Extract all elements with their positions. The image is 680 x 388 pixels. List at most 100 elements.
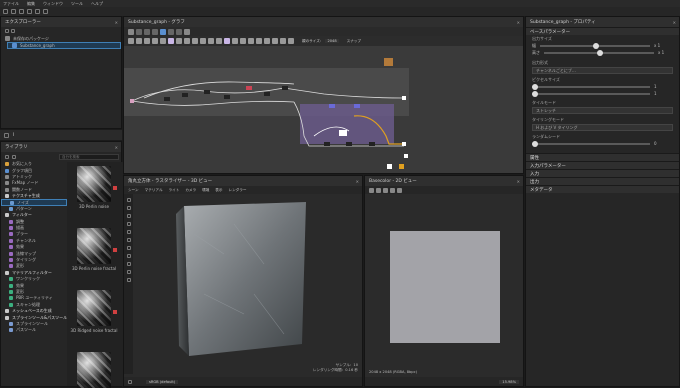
comment-icon[interactable] bbox=[136, 28, 142, 35]
open-package-icon[interactable] bbox=[11, 29, 15, 33]
pixel-w-slider[interactable] bbox=[532, 83, 650, 90]
menu-display[interactable]: 表示 bbox=[215, 188, 222, 193]
node-tool-icon[interactable] bbox=[136, 38, 142, 44]
node-tool-icon[interactable] bbox=[224, 38, 230, 44]
graph-node[interactable] bbox=[182, 93, 188, 97]
close-icon[interactable]: ✕ bbox=[673, 20, 676, 25]
texture-preview[interactable] bbox=[390, 231, 500, 343]
menu-renderer[interactable]: レンダラー bbox=[228, 188, 246, 193]
outputs-section[interactable]: 出力 bbox=[526, 177, 679, 185]
colorspace-dropdown[interactable]: sRGB (default) bbox=[146, 379, 179, 384]
tile-mode-dropdown[interactable]: ストレッチ bbox=[532, 107, 673, 114]
filter-icon[interactable] bbox=[12, 154, 16, 159]
graph-node[interactable] bbox=[204, 90, 210, 94]
node-tool-icon[interactable] bbox=[216, 38, 222, 44]
node-tool-icon[interactable] bbox=[168, 38, 174, 44]
channel-icon[interactable] bbox=[390, 187, 395, 193]
node-tool-icon[interactable] bbox=[232, 38, 238, 44]
input-params-section[interactable]: 入力パラメーター bbox=[526, 161, 679, 169]
channel-icon[interactable] bbox=[383, 187, 388, 193]
tool-icon[interactable] bbox=[126, 262, 131, 266]
graph-item[interactable]: Substance_graph bbox=[7, 42, 121, 49]
channel-icon[interactable] bbox=[397, 187, 402, 193]
add-node-icon[interactable] bbox=[128, 28, 134, 35]
graph-node[interactable] bbox=[324, 142, 330, 146]
graph-node[interactable] bbox=[282, 86, 288, 90]
output-node[interactable] bbox=[402, 96, 406, 100]
output-node[interactable] bbox=[399, 164, 404, 169]
distribute-icon[interactable] bbox=[176, 28, 182, 35]
tiling-mode-dropdown[interactable]: H および V タイリング bbox=[532, 124, 673, 131]
tool-icon[interactable] bbox=[126, 238, 131, 242]
menu-window[interactable]: ウィンドウ bbox=[43, 1, 63, 7]
channel-icon[interactable] bbox=[369, 187, 374, 193]
node-tool-icon[interactable] bbox=[264, 38, 270, 44]
graph-node[interactable] bbox=[164, 97, 170, 101]
menu-light[interactable]: ライト bbox=[169, 188, 180, 193]
base-params-section[interactable]: ベースパラメーター bbox=[526, 27, 679, 35]
settings-icon[interactable] bbox=[184, 28, 190, 35]
tool-icon[interactable] bbox=[126, 198, 131, 202]
close-icon[interactable]: ✕ bbox=[115, 145, 118, 150]
graph-node[interactable] bbox=[346, 142, 352, 146]
pixel-h-slider[interactable] bbox=[532, 90, 650, 97]
output-node[interactable] bbox=[404, 154, 408, 158]
tool-icon[interactable] bbox=[126, 214, 131, 218]
open-icon[interactable] bbox=[11, 9, 16, 14]
tool-icon[interactable] bbox=[126, 278, 131, 282]
snap-toggle[interactable]: スナップ bbox=[347, 39, 361, 44]
menu-camera[interactable]: カメラ bbox=[185, 188, 196, 193]
thumb-3d-ridged-noise-fractal[interactable] bbox=[77, 290, 111, 326]
graph-node[interactable] bbox=[130, 99, 134, 103]
tab-icon[interactable] bbox=[4, 132, 9, 138]
output-node[interactable] bbox=[387, 164, 392, 169]
package-row[interactable]: 未保存のパッケージ bbox=[1, 35, 121, 42]
menu-tools[interactable]: ツール bbox=[71, 1, 83, 7]
library-search[interactable]: 自分を検索 bbox=[59, 153, 119, 160]
tool-icon[interactable] bbox=[126, 222, 131, 226]
slider-knob[interactable] bbox=[596, 49, 603, 56]
tool-icon[interactable] bbox=[126, 254, 131, 258]
close-icon[interactable]: ✕ bbox=[517, 20, 520, 25]
node-tool-icon[interactable] bbox=[280, 38, 286, 44]
thumb-worley-noise[interactable] bbox=[77, 352, 111, 388]
metadata-section[interactable]: メタデータ bbox=[526, 185, 679, 193]
view-icon[interactable] bbox=[5, 154, 9, 159]
random-seed-slider[interactable] bbox=[532, 140, 650, 147]
graph-node[interactable] bbox=[224, 95, 230, 99]
width-slider[interactable] bbox=[540, 42, 650, 49]
node-tool-icon[interactable] bbox=[208, 38, 214, 44]
redo-icon[interactable] bbox=[43, 9, 48, 14]
menu-edit[interactable]: 編集 bbox=[27, 1, 35, 7]
node-tool-icon[interactable] bbox=[248, 38, 254, 44]
node-tool-icon[interactable] bbox=[160, 38, 166, 44]
frame-icon[interactable] bbox=[144, 28, 150, 35]
pin-icon[interactable] bbox=[152, 28, 158, 35]
node-tool-icon[interactable] bbox=[176, 38, 182, 44]
height-slider[interactable] bbox=[544, 49, 654, 56]
layout-icon[interactable] bbox=[160, 28, 166, 35]
attributes-section[interactable]: 属性 bbox=[526, 153, 679, 161]
node-tool-icon[interactable] bbox=[288, 38, 294, 44]
graph-canvas[interactable] bbox=[124, 46, 523, 174]
slider-knob[interactable] bbox=[532, 90, 538, 97]
output-format-dropdown[interactable]: チャンネルごとにブ… bbox=[532, 67, 673, 74]
graph-node[interactable] bbox=[246, 86, 252, 90]
slider-knob[interactable] bbox=[592, 42, 599, 49]
thumb-3d-perlin-noise-fractal[interactable] bbox=[77, 228, 111, 264]
graph-node[interactable] bbox=[369, 142, 375, 146]
close-icon[interactable]: ✕ bbox=[517, 179, 520, 184]
node-tool-icon[interactable] bbox=[128, 38, 134, 44]
tool-icon[interactable] bbox=[126, 230, 131, 234]
node-tool-icon[interactable] bbox=[240, 38, 246, 44]
node-tool-icon[interactable] bbox=[192, 38, 198, 44]
3d-viewport-canvas[interactable] bbox=[134, 194, 362, 374]
save-icon[interactable] bbox=[19, 9, 24, 14]
node-tool-icon[interactable] bbox=[184, 38, 190, 44]
node-tool-icon[interactable] bbox=[256, 38, 262, 44]
node-tool-icon[interactable] bbox=[144, 38, 150, 44]
menu-scene[interactable]: シーン bbox=[128, 188, 139, 193]
size-dropdown[interactable]: 2048 bbox=[325, 39, 339, 43]
slider-knob[interactable] bbox=[532, 83, 538, 90]
tool-icon[interactable] bbox=[126, 270, 131, 274]
